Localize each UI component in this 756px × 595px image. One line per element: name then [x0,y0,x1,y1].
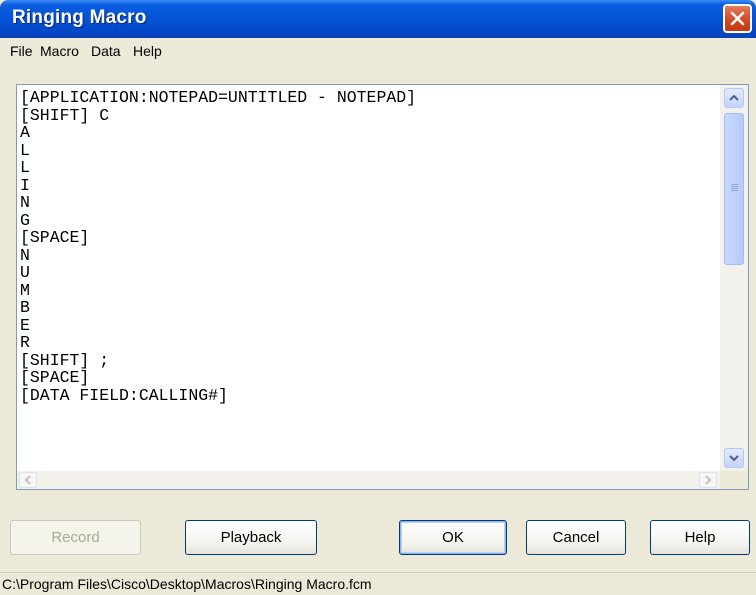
scroll-thumb[interactable] [724,113,744,265]
macro-line: U [20,263,30,282]
window-title: Ringing Macro [12,7,147,28]
cancel-button[interactable]: Cancel [526,520,626,555]
arrow-left-icon [24,475,31,485]
menu-macro[interactable]: Macro [40,43,79,59]
macro-line: E [20,315,30,335]
macro-line: [APPLICATION:NOTEPAD=UNTITLED - NOTEPAD] [20,88,417,107]
macro-line: [SPACE] [20,228,90,247]
macro-line: [SHIFT] ; [20,350,110,370]
scrollbar-corner [720,471,748,489]
status-bar: C:\Program Files\Cisco\Desktop\Macros\Ri… [0,572,756,595]
macro-line: N [20,193,30,212]
file-path: C:\Program Files\Cisco\Desktop\Macros\Ri… [2,576,372,592]
macro-line: [SPACE] [20,368,90,387]
scroll-down-button[interactable] [724,448,744,468]
playback-button[interactable]: Playback [185,520,317,555]
scroll-right-button[interactable] [699,472,717,488]
help-button[interactable]: Help [650,520,750,555]
menu-help[interactable]: Help [133,43,162,59]
macro-line: B [20,298,30,317]
macro-line: A [20,123,30,142]
macro-line: L [20,158,30,177]
horizontal-scrollbar[interactable] [17,471,720,489]
macro-line: M [20,280,30,300]
scroll-left-button[interactable] [19,472,37,488]
menu-bar: File Macro Data Help [0,38,756,64]
ok-button[interactable]: OK [399,520,507,555]
arrow-up-icon [729,94,739,101]
menu-file[interactable]: File [10,43,33,59]
macro-line: G [20,210,30,230]
record-button[interactable]: Record [10,520,141,555]
close-icon [730,11,745,26]
menu-data[interactable]: Data [91,43,121,59]
macro-text-area[interactable]: [APPLICATION:NOTEPAD=UNTITLED - NOTEPAD]… [17,85,718,471]
close-button[interactable] [723,4,752,33]
macro-line: L [20,140,30,160]
vertical-scrollbar[interactable] [720,85,748,471]
macro-line: [SHIFT] C [20,105,110,125]
macro-line: I [20,175,30,195]
macro-line: N [20,245,30,265]
title-bar: Ringing Macro [0,0,756,38]
macro-editor[interactable]: [APPLICATION:NOTEPAD=UNTITLED - NOTEPAD]… [16,84,749,490]
scroll-up-button[interactable] [724,88,744,108]
arrow-down-icon [729,455,739,462]
arrow-right-icon [705,475,712,485]
macro-line: R [20,333,30,352]
macro-line: [DATA FIELD:CALLING#] [20,385,228,405]
